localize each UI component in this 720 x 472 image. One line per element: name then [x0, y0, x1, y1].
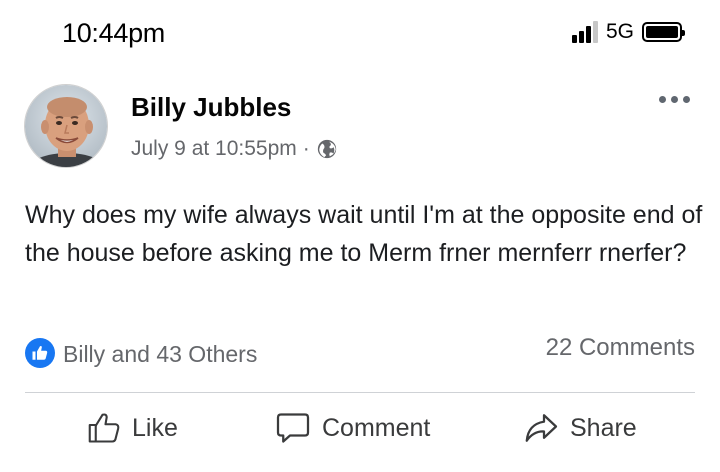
- post-text: Why does my wife always wait until I'm a…: [25, 201, 703, 267]
- more-options-icon[interactable]: [654, 96, 690, 103]
- share-icon: [525, 414, 558, 442]
- meta-separator: ·: [302, 137, 310, 160]
- avatar[interactable]: [24, 84, 108, 168]
- post-meta: July 9 at 10:55pm ·: [131, 137, 338, 161]
- share-label: Share: [570, 413, 637, 442]
- divider: [25, 392, 695, 393]
- globe-icon: [317, 139, 336, 159]
- thumbs-up-icon: [88, 413, 120, 443]
- share-button[interactable]: Share: [522, 410, 637, 446]
- avatar-image: [25, 85, 107, 167]
- comment-label: Comment: [322, 413, 431, 442]
- comment-button[interactable]: Comment: [274, 410, 430, 446]
- battery-icon: [642, 22, 685, 42]
- like-icon: [25, 338, 55, 368]
- status-indicators: 5G: [571, 20, 685, 44]
- reactions-text: Billy and 43 Others: [63, 340, 258, 367]
- author-name[interactable]: Billy Jubbles: [131, 92, 291, 123]
- status-time: 10:44pm: [62, 18, 165, 48]
- like-label: Like: [132, 413, 178, 442]
- network-type: 5G: [605, 20, 634, 43]
- post-timestamp[interactable]: July 9 at 10:55pm: [131, 137, 297, 161]
- like-button[interactable]: Like: [86, 410, 178, 446]
- signal-icon: [571, 21, 600, 43]
- status-bar: 10:44pm 5G: [0, 0, 720, 70]
- comment-icon: [276, 413, 310, 443]
- comments-count[interactable]: 22 Comments: [546, 334, 695, 362]
- reactions-summary[interactable]: Billy and 43 Others: [25, 338, 257, 368]
